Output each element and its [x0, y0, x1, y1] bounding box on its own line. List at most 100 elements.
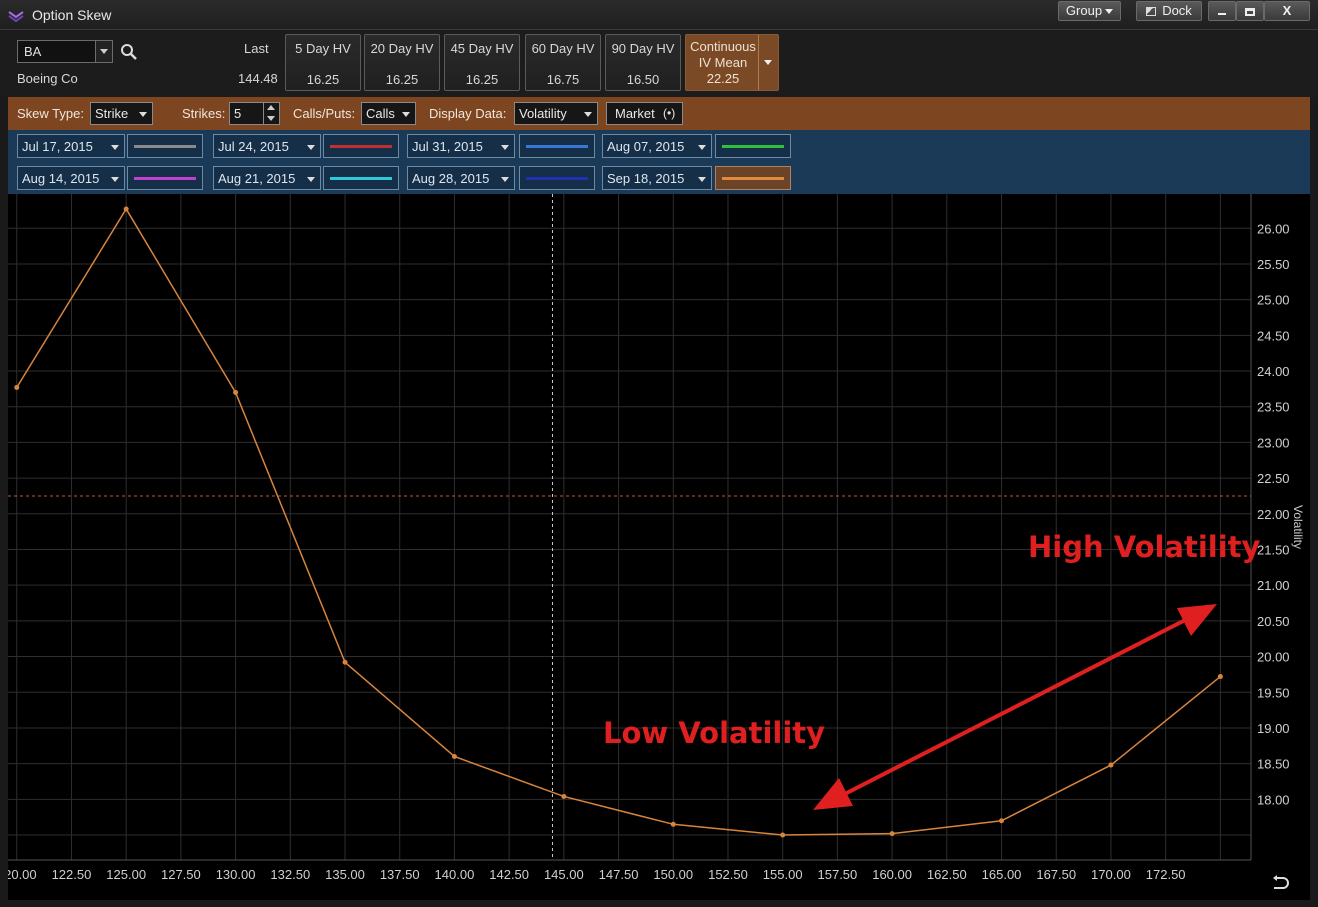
x-tick-label: 150.00 [653, 867, 693, 882]
arrow-head-low [813, 778, 853, 810]
chevron-down-icon [402, 112, 410, 117]
expiration-date: Aug 28, 2015 [412, 171, 490, 186]
close-button[interactable]: X [1264, 1, 1310, 21]
x-tick-label: 155.00 [763, 867, 803, 882]
calls-puts-select[interactable]: Calls [361, 102, 416, 125]
low-volatility-annotation: Low Volatility [603, 716, 826, 750]
series-color-swatch[interactable] [519, 166, 595, 190]
y-tick-label: 18.00 [1257, 792, 1290, 807]
y-tick-label: 18.50 [1257, 757, 1290, 772]
series-color-swatch[interactable] [519, 134, 595, 158]
hv-label: 60 Day HV [531, 41, 595, 56]
maximize-button[interactable] [1236, 1, 1264, 21]
hv-value: 16.25 [465, 72, 499, 87]
minimize-button[interactable] [1208, 1, 1236, 21]
hv-20day: 20 Day HV 16.25 [364, 34, 440, 91]
chevron-down-icon [1105, 9, 1114, 15]
x-tick-label: 162.50 [927, 867, 967, 882]
y-tick-label: 25.50 [1257, 257, 1290, 272]
x-tick-label: 127.50 [161, 867, 201, 882]
symbol-dropdown[interactable] [95, 41, 112, 62]
hv-value: 16.50 [626, 72, 660, 87]
strikes-value: 5 [234, 106, 242, 121]
y-tick-label: 22.50 [1257, 471, 1290, 486]
expiration-date: Aug 21, 2015 [218, 171, 296, 186]
expiration-select[interactable]: Aug 07, 2015 [602, 134, 712, 158]
series-point [233, 389, 239, 395]
broadcast-icon: (•) [663, 106, 676, 120]
series-point [780, 832, 786, 838]
skew-type-value: Strike [95, 106, 129, 121]
expiration-date: Jul 24, 2015 [218, 139, 289, 154]
expiration-select[interactable]: Aug 21, 2015 [213, 166, 321, 190]
series-point [1217, 674, 1223, 680]
quote-header: BA Boeing Co Last 144.48 5 Day HV 16.25 2… [0, 30, 1318, 97]
series-color-swatch[interactable] [323, 166, 399, 190]
expiration-select[interactable]: Sep 18, 2015 [602, 166, 712, 190]
series-color-swatch[interactable] [323, 134, 399, 158]
x-tick-label: 120.00 [8, 867, 37, 882]
series-line-sample [526, 177, 588, 180]
chevron-down-icon [307, 145, 315, 150]
expiration-select[interactable]: Jul 31, 2015 [407, 134, 515, 158]
stepper-down-icon[interactable] [267, 116, 275, 121]
iv-mean-dropdown[interactable] [758, 35, 778, 90]
market-label: Market [615, 106, 655, 121]
skew-type-select[interactable]: Strike [90, 102, 153, 125]
arrow-head-high [1177, 604, 1217, 636]
x-tick-label: 140.00 [435, 867, 475, 882]
dock-button[interactable]: Dock [1136, 1, 1202, 21]
expiration-select[interactable]: Aug 14, 2015 [17, 166, 125, 190]
hv-label: 45 Day HV [450, 41, 514, 56]
expiration-select[interactable]: Jul 24, 2015 [213, 134, 321, 158]
series-color-swatch[interactable] [715, 134, 791, 158]
volatility-arrow-shaft [834, 613, 1196, 801]
display-data-value: Volatility [519, 106, 567, 121]
market-button[interactable]: Market (•) [606, 102, 683, 125]
chevron-down-icon [111, 145, 119, 150]
display-data-select[interactable]: Volatility [514, 102, 598, 125]
x-tick-label: 147.50 [599, 867, 639, 882]
strikes-stepper[interactable]: 5 [229, 102, 280, 125]
iv-mean-box[interactable]: Continuous IV Mean 22.25 [685, 34, 779, 91]
group-label: Group [1065, 3, 1103, 18]
y-tick-label: 19.50 [1257, 685, 1290, 700]
calls-puts-label: Calls/Puts: [293, 106, 356, 121]
stepper-arrows[interactable] [263, 103, 279, 124]
search-icon[interactable] [120, 43, 138, 61]
reset-zoom-icon[interactable] [1270, 874, 1290, 890]
y-tick-label: 21.50 [1257, 542, 1290, 557]
chevron-down-icon [764, 60, 772, 65]
series-color-swatch[interactable] [127, 134, 203, 158]
minimize-icon [1218, 12, 1226, 15]
title-bar: Option Skew Group Dock X [0, 0, 1318, 30]
iv-mean-label: Continuous IV Mean [686, 39, 760, 71]
dock-icon [1146, 7, 1157, 17]
y-tick-label: 20.50 [1257, 614, 1290, 629]
stepper-up-icon[interactable] [267, 105, 275, 110]
series-color-swatch-active[interactable] [715, 166, 791, 190]
high-volatility-annotation: High Volatility [1028, 530, 1261, 564]
series-point [123, 206, 129, 212]
dock-label: Dock [1162, 3, 1192, 18]
series-color-swatch[interactable] [127, 166, 203, 190]
symbol-input[interactable]: BA [17, 40, 113, 63]
expiration-select[interactable]: Aug 28, 2015 [407, 166, 515, 190]
maximize-icon [1245, 7, 1255, 16]
chevron-down-icon [307, 177, 315, 182]
app-logo-icon [8, 11, 24, 23]
chevron-down-icon [139, 112, 147, 117]
group-button[interactable]: Group [1058, 1, 1121, 21]
y-tick-label: 23.50 [1257, 400, 1290, 415]
x-tick-label: 165.00 [982, 867, 1022, 882]
series-line-sample [722, 145, 784, 148]
series-point [561, 793, 567, 799]
hv-90day: 90 Day HV 16.50 [605, 34, 681, 91]
y-tick-label: 26.00 [1257, 221, 1290, 236]
window-title: Option Skew [32, 7, 112, 23]
skew-type-label: Skew Type: [17, 106, 84, 121]
expiration-select[interactable]: Jul 17, 2015 [17, 134, 125, 158]
chevron-down-icon [698, 177, 706, 182]
x-tick-label: 157.50 [818, 867, 858, 882]
x-tick-label: 170.00 [1091, 867, 1131, 882]
